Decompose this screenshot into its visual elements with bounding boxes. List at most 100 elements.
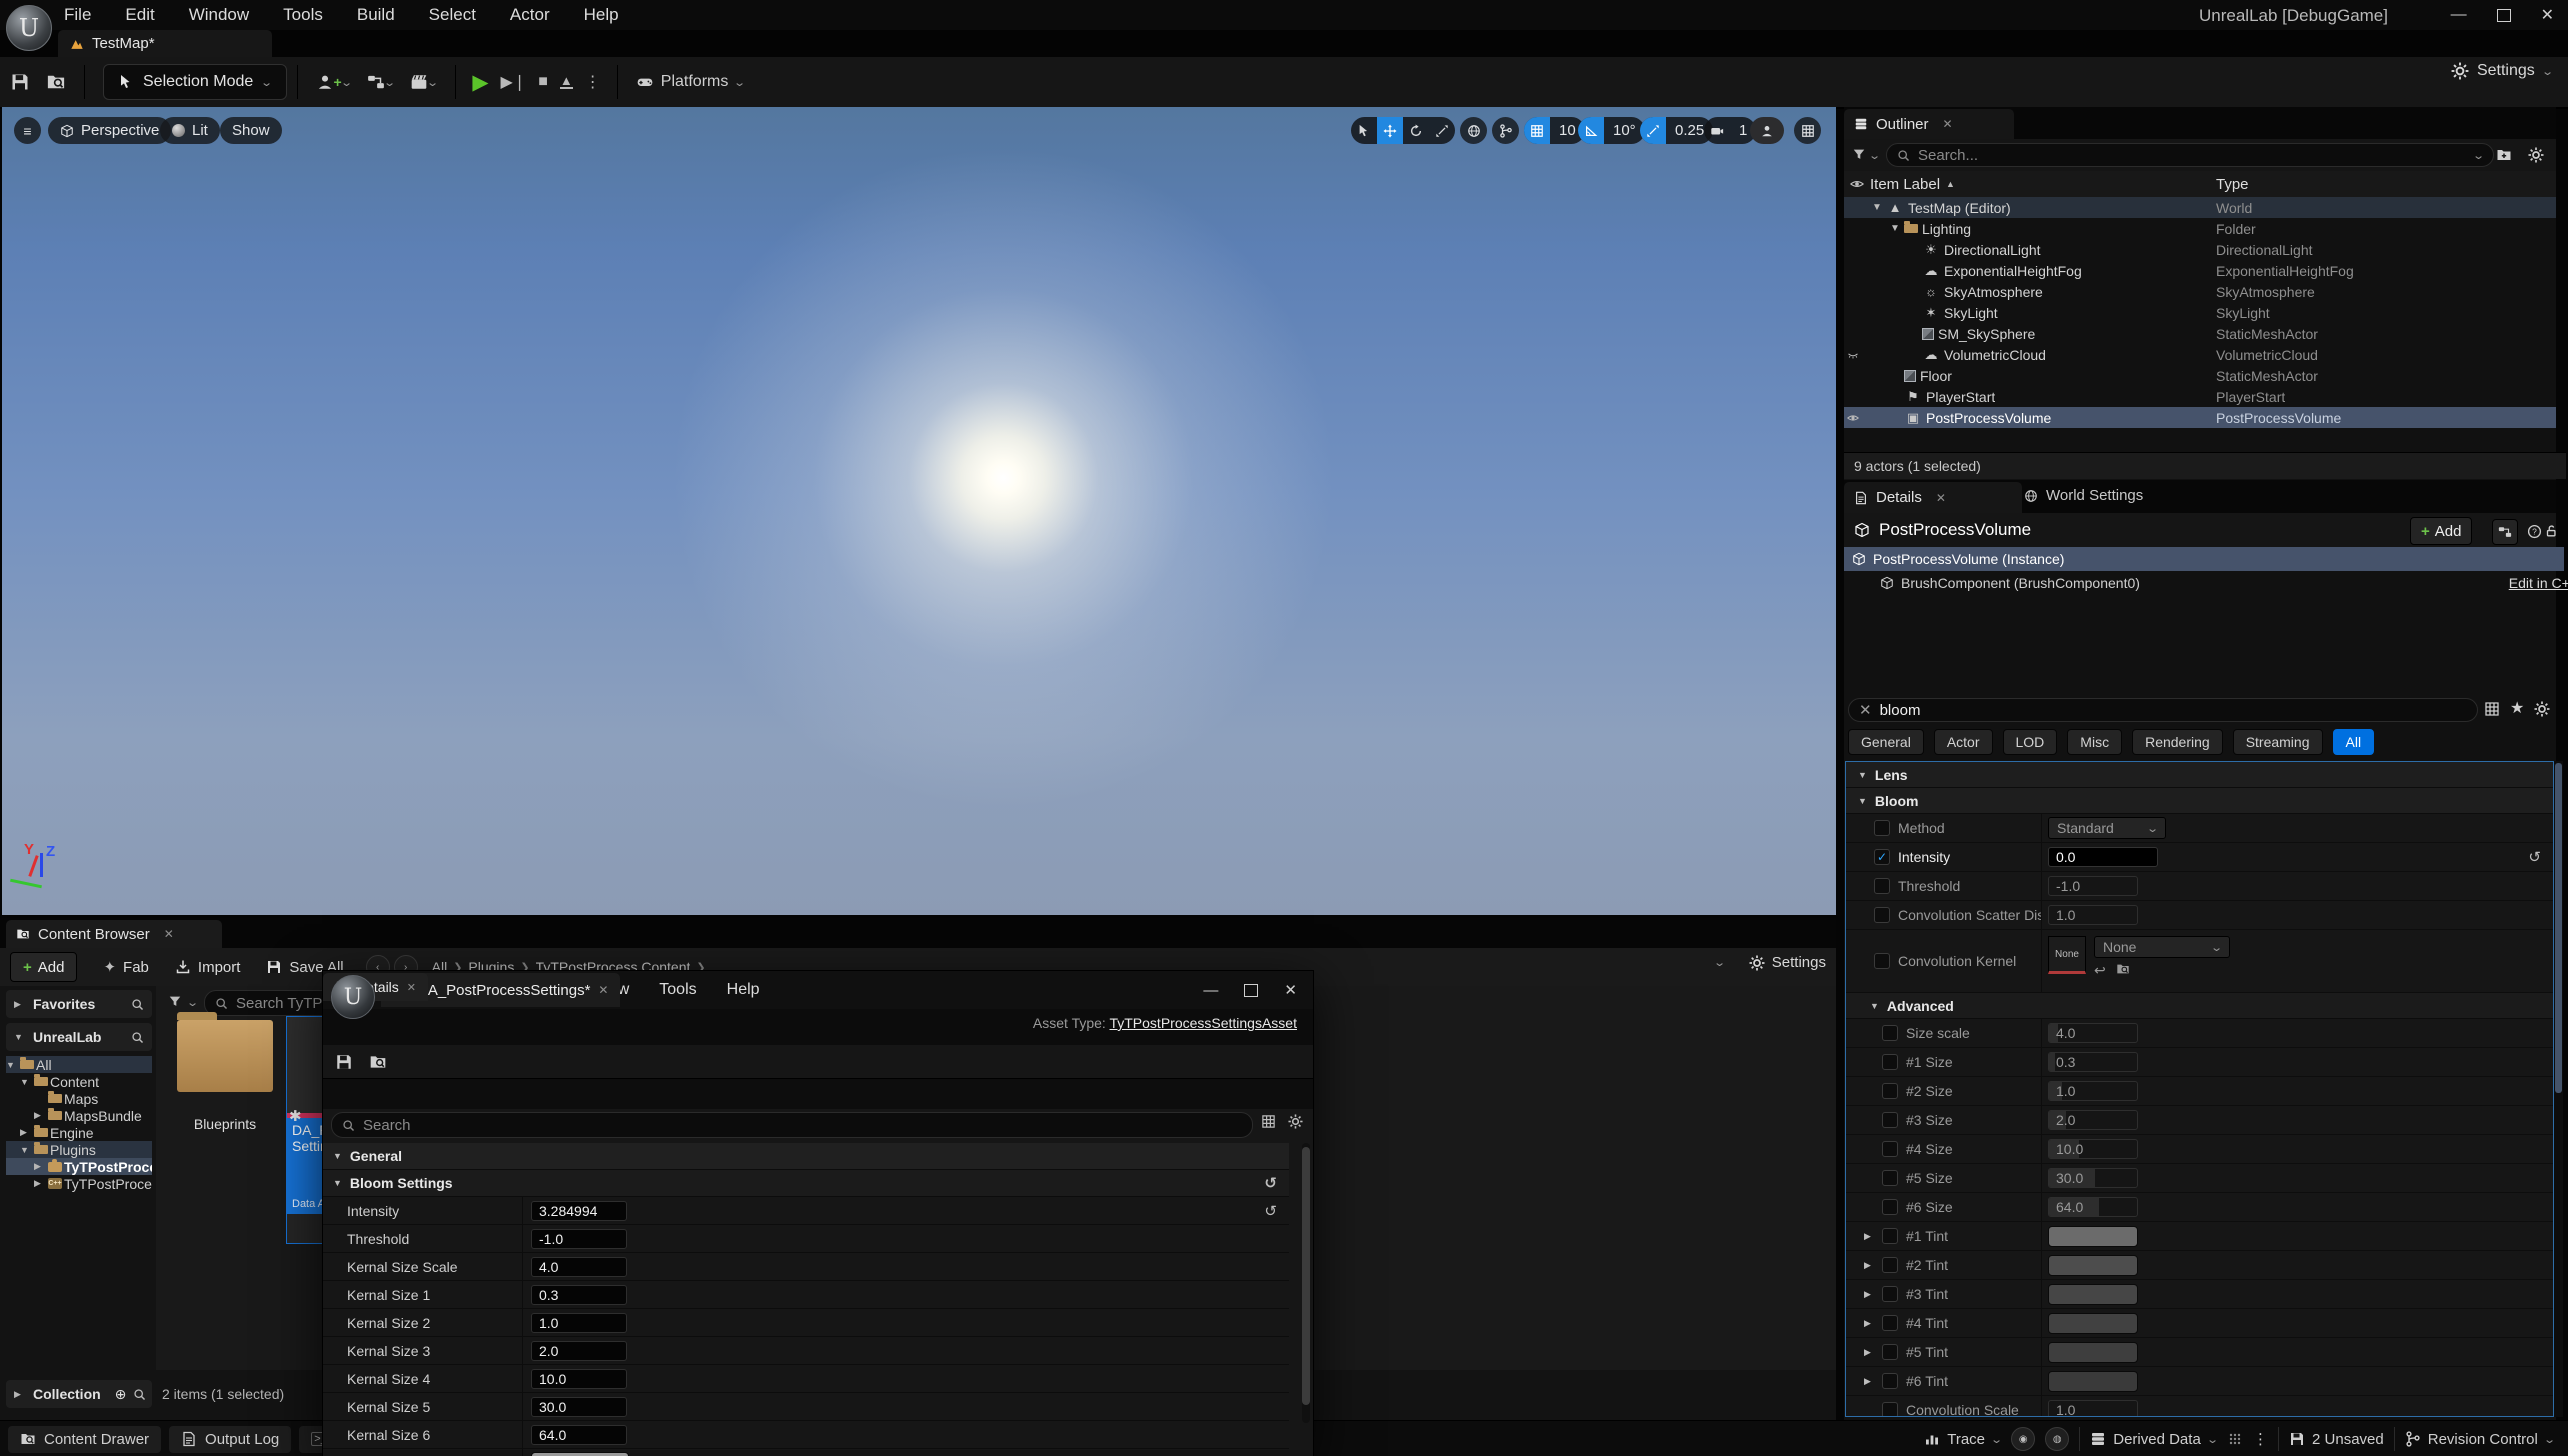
close-icon[interactable]: ✕ (598, 983, 608, 997)
blueprints-button[interactable]: ⌄ (367, 73, 394, 91)
unsaved-button[interactable]: 2 Unsaved (2289, 1431, 2384, 1448)
value-input[interactable]: 0.3 (531, 1285, 627, 1305)
menu-item[interactable]: Tools (657, 979, 698, 1001)
favorites-section[interactable]: ▶Favorites (6, 990, 152, 1018)
override-checkbox[interactable] (1882, 1025, 1898, 1041)
size-slider-input[interactable]: 64.0 (2048, 1197, 2138, 1217)
section-advanced[interactable]: ▼Advanced (1846, 993, 2553, 1019)
tint-color-swatch[interactable] (2048, 1342, 2138, 1363)
override-checkbox[interactable] (1882, 1402, 1898, 1417)
kernel-dropdown[interactable]: None⌄ (2094, 936, 2230, 958)
surface-snap-toggle[interactable] (1492, 117, 1519, 144)
menu-item[interactable]: Tools (281, 3, 325, 27)
kernel-thumbnail[interactable]: None (2048, 936, 2086, 974)
outliner-row[interactable]: ▼ Lighting Folder (1844, 218, 2556, 239)
override-checkbox[interactable] (1882, 1286, 1898, 1302)
value-input[interactable]: 4.0 (531, 1257, 627, 1277)
close-icon[interactable]: ✕ (407, 981, 416, 994)
add-button[interactable]: +Add (10, 952, 77, 982)
camera-icon[interactable] (1704, 117, 1730, 144)
override-checkbox[interactable] (1882, 1257, 1898, 1273)
maximize-button[interactable] (2497, 9, 2511, 22)
filter-button[interactable]: Streaming (2233, 729, 2323, 755)
tab-outliner[interactable]: Outliner✕ (1844, 109, 2014, 139)
scatter-dispersion-input[interactable]: 1.0 (2048, 905, 2138, 925)
content-browser-settings[interactable]: ⌄ Settings (1715, 954, 1826, 971)
expander-icon[interactable]: ▼ (1872, 202, 1886, 213)
help-icon[interactable] (2522, 519, 2546, 543)
use-selected-icon[interactable]: ↩ (2094, 962, 2106, 979)
override-checkbox[interactable] (1882, 1170, 1898, 1186)
size-slider-input[interactable]: 0.3 (2048, 1052, 2138, 1072)
browse-to-asset-icon[interactable] (2116, 962, 2130, 976)
outliner-search-input[interactable]: Search... ⌄ (1886, 143, 2494, 167)
outliner-filter-icon[interactable] (1852, 147, 1866, 161)
expander-icon[interactable]: ▼ (6, 1060, 18, 1070)
asset-details-scrollbar[interactable] (1302, 1143, 1310, 1423)
rotate-tool-icon[interactable] (1403, 117, 1429, 144)
outliner-row[interactable]: Floor StaticMeshActor (1844, 365, 2556, 386)
outliner-row[interactable]: ☼ SkyAtmosphere SkyAtmosphere (1844, 281, 2556, 302)
cinematics-button[interactable]: ⌄ (410, 73, 437, 91)
display-options-icon[interactable] (2484, 701, 2500, 717)
selection-mode-dropdown[interactable]: Selection Mode ⌄ (103, 64, 287, 100)
menu-item[interactable]: File (62, 3, 93, 27)
override-checkbox[interactable] (1882, 1344, 1898, 1360)
override-checkbox[interactable] (1874, 953, 1890, 969)
expander-icon[interactable]: ▶ (1864, 1260, 1874, 1271)
grid-snap-icon[interactable] (1524, 117, 1550, 144)
angle-snap-value[interactable]: 10° (1604, 122, 1645, 139)
value-input[interactable]: 2.0 (531, 1341, 627, 1361)
search-icon[interactable] (133, 1388, 146, 1401)
expander-icon[interactable]: ▶ (1864, 1318, 1874, 1329)
close-button[interactable]: ✕ (1284, 981, 1297, 999)
preview-mode-button[interactable] (1750, 117, 1784, 144)
quad-view-toggle[interactable] (1794, 117, 1821, 144)
value-input[interactable]: 10.0 (531, 1369, 627, 1389)
move-tool-icon[interactable] (1377, 117, 1403, 144)
import-button[interactable]: Import (175, 959, 241, 976)
save-button[interactable] (335, 1053, 353, 1071)
folder-tile-blueprints[interactable]: Blueprints (170, 1020, 280, 1132)
expander-icon[interactable]: ▶ (20, 1127, 32, 1138)
section-bloom[interactable]: ▼Bloom (1846, 788, 2553, 814)
derived-data-button[interactable]: Derived Data⌄ (2090, 1431, 2217, 1448)
tree-item[interactable]: Maps (6, 1090, 152, 1107)
value-input[interactable]: 30.0 (531, 1397, 627, 1417)
content-drawer-button[interactable]: Content Drawer (8, 1426, 161, 1453)
size-slider-input[interactable]: 2.0 (2048, 1110, 2138, 1130)
minimize-button[interactable]: — (2451, 6, 2467, 24)
expander-icon[interactable]: ▶ (1864, 1347, 1874, 1358)
outliner-row[interactable]: SM_SkySphere StaticMeshActor (1844, 323, 2556, 344)
unreal-logo-icon[interactable]: U (6, 5, 52, 51)
tab-content-browser[interactable]: Content Browser✕ (6, 920, 222, 948)
override-checkbox[interactable]: ✓ (1874, 849, 1890, 865)
project-section[interactable]: ▼UnrealLab (6, 1023, 152, 1051)
tint-color-swatch[interactable] (2048, 1284, 2138, 1305)
override-checkbox[interactable] (1874, 907, 1890, 923)
scale-snap-icon[interactable] (1640, 117, 1666, 144)
outliner-header[interactable]: Item Label▲ Type (1844, 171, 2556, 198)
edit-in-cpp-link[interactable]: Edit in C++ (2509, 575, 2568, 591)
component-row-instance[interactable]: PostProcessVolume (Instance) (1844, 547, 2564, 571)
expander-icon[interactable]: ▼ (20, 1077, 32, 1087)
override-checkbox[interactable] (1882, 1315, 1898, 1331)
revert-icon[interactable]: ↺ (2528, 848, 2541, 866)
override-checkbox[interactable] (1882, 1228, 1898, 1244)
size-slider-input[interactable]: 10.0 (2048, 1139, 2138, 1159)
add-actor-button[interactable]: +⌄ (316, 73, 351, 91)
content-browser-icon[interactable] (46, 72, 66, 92)
revert-icon[interactable]: ↺ (1264, 1202, 1277, 1220)
save-button[interactable] (10, 72, 30, 92)
override-checkbox[interactable] (1882, 1112, 1898, 1128)
settings-dropdown[interactable]: Settings ⌄ (2451, 62, 2552, 80)
lit-mode-dropdown[interactable]: Lit (160, 117, 220, 144)
clear-search-icon[interactable]: ✕ (1859, 701, 1872, 719)
close-icon[interactable]: ✕ (1936, 491, 1946, 505)
angle-snap-icon[interactable] (1578, 117, 1604, 144)
value-input[interactable]: 1.0 (531, 1313, 627, 1333)
outliner-settings-icon[interactable] (2528, 147, 2544, 163)
override-checkbox[interactable] (1874, 878, 1890, 894)
eye-icon[interactable] (1850, 177, 1864, 191)
outliner-row[interactable]: ⚑ PlayerStart PlayerStart (1844, 386, 2556, 407)
